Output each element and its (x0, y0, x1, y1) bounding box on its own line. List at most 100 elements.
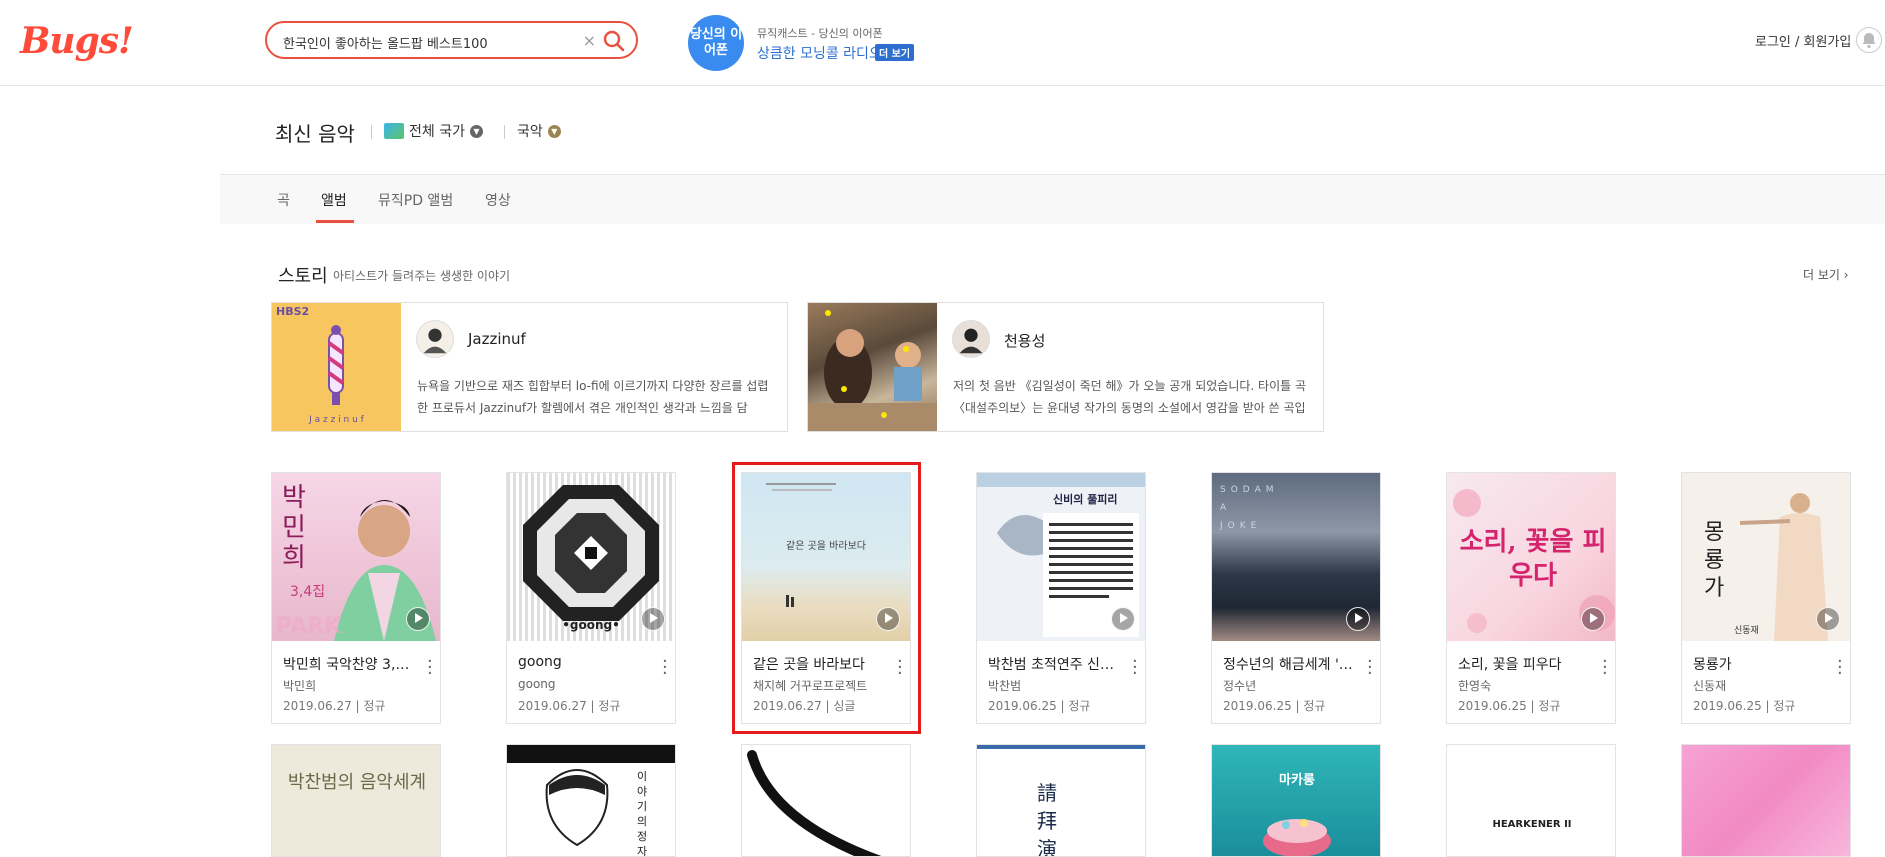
story-cover-caption: J a z z i n u f (309, 415, 364, 425)
photo-illustration (808, 310, 937, 431)
album-card[interactable]: 몽룡가 신동재 몽룡가 신동재 2019.06.25 | 정규 · · · (1681, 472, 1851, 724)
album-cover[interactable]: 몽룡가 신동재 (1682, 473, 1850, 641)
album-cover[interactable]: 소리, 꽃을 피우다 (1447, 473, 1615, 641)
album-meta: 2019.06.25 | 정규 (1458, 699, 1561, 713)
ad-subtitle: 뮤직캐스트 - 당신의 이어폰 (757, 27, 883, 40)
album-type: 정규 (363, 699, 386, 713)
svg-text:PARK: PARK (276, 614, 342, 639)
album-artist[interactable]: 박민희 (283, 677, 316, 694)
album-card[interactable]: 박찬범의 음악세계 (271, 744, 441, 857)
album-artist[interactable]: 한영숙 (1458, 677, 1491, 694)
active-tab-indicator (316, 220, 354, 223)
album-meta: 2019.06.25 | 정규 (988, 699, 1091, 713)
story-card-cheonyongseong[interactable]: 천용성 저의 첫 음반 《김일성이 죽던 해》가 오늘 공개 되었습니다. 타이… (807, 302, 1324, 432)
cover-band (977, 745, 1145, 749)
album-card[interactable]: 신비의 풀피리 박찬범 초적연주 신비의 풀피리 박찬범 2019.06.25 … (976, 472, 1146, 724)
play-icon[interactable] (1111, 607, 1135, 631)
more-options-icon[interactable]: · · · (1132, 653, 1138, 683)
more-options-icon[interactable]: · · · (1367, 653, 1373, 683)
search-box[interactable]: 한국인이 좋아하는 올드팝 베스트100 × (265, 21, 638, 59)
album-card[interactable]: 마카롱 (1211, 744, 1381, 857)
genre-filter[interactable]: 국악 ▼ (517, 121, 561, 141)
brush-stroke-illustration (747, 750, 882, 856)
story-thumbnail: HBS2 J a z z i n u f (272, 303, 401, 431)
play-icon[interactable] (641, 607, 665, 631)
album-artist[interactable]: 신동재 (1693, 677, 1726, 694)
album-card[interactable]: 소리, 꽃을 피우다 소리, 꽃을 피우다 한영숙 2019.06.25 | 정… (1446, 472, 1616, 724)
divider (371, 125, 372, 139)
story-artist-name[interactable]: 천용성 (1004, 330, 1045, 351)
earphone-ad-badge[interactable]: 당신의 이어폰 (688, 15, 744, 71)
bell-icon[interactable] (1856, 27, 1882, 53)
clear-icon[interactable]: × (583, 31, 596, 50)
story-card-jazzinuf[interactable]: HBS2 J a z z i n u f Jazzinuf 뉴욕을 기반으로 재… (271, 302, 788, 432)
release-date: 2019.06.27 (518, 699, 587, 713)
album-title[interactable]: 정수년의 해금세계 '소담' (1223, 654, 1353, 674)
album-cover[interactable]: 박민희 3,4집 PARK (272, 473, 440, 641)
login-signup-link[interactable]: 로그인 / 회원가입 (1755, 31, 1851, 50)
album-cover[interactable]: 신비의 풀피리 (977, 473, 1145, 641)
album-artist[interactable]: 박찬범 (988, 677, 1021, 694)
search-icon[interactable] (602, 29, 626, 53)
more-options-icon[interactable]: · · · (662, 653, 668, 683)
country-filter[interactable]: 전체 국가 ▼ (384, 121, 483, 141)
bugs-logo[interactable]: Bugs! (20, 20, 134, 62)
cover-title: SODAM A JOKE (1220, 485, 1279, 531)
story-artist-name[interactable]: Jazzinuf (468, 330, 526, 348)
album-card[interactable]: •goong• goong goong 2019.06.27 | 정규 · · · (506, 472, 676, 724)
album-title[interactable]: 박찬범 초적연주 신비의 풀피리 (988, 654, 1118, 674)
story-more-link[interactable]: 더 보기 › (1803, 266, 1849, 283)
search-input[interactable]: 한국인이 좋아하는 올드팝 베스트100 (283, 33, 488, 52)
avatar (416, 320, 454, 358)
ad-more-button[interactable]: 더 보기 (875, 44, 915, 61)
more-options-icon[interactable]: · · · (427, 653, 433, 683)
tab-songs[interactable]: 곡 (277, 190, 290, 210)
album-card[interactable]: 請拜 演戲 (976, 744, 1146, 857)
album-card[interactable]: HEARKENER II (1446, 744, 1616, 857)
story-subtitle: 아티스트가 들려주는 생생한 이야기 (333, 269, 511, 283)
more-options-icon[interactable]: · · · (1602, 653, 1608, 683)
tab-videos[interactable]: 영상 (485, 190, 511, 210)
album-card[interactable]: SODAM A JOKE 정수년의 해금세계 '소담' 정수년 2019.06.… (1211, 472, 1381, 724)
avatar (952, 320, 990, 358)
more-options-icon[interactable]: · · · (1837, 653, 1843, 683)
album-type: 정규 (1303, 699, 1326, 713)
album-card[interactable] (1681, 744, 1851, 857)
album-type: 정규 (1538, 699, 1561, 713)
chevron-down-icon: ▼ (547, 124, 561, 138)
album-cover[interactable]: SODAM A JOKE (1212, 473, 1380, 641)
story-description: 저의 첫 음반 《김일성이 죽던 해》가 오늘 공개 되었습니다. 타이틀 곡 … (953, 379, 1307, 415)
album-cover[interactable]: •goong• (507, 473, 675, 641)
chevron-down-icon: ▼ (469, 124, 483, 138)
album-meta: 2019.06.25 | 정규 (1223, 699, 1326, 713)
album-meta: 2019.06.27 | 정규 (518, 699, 621, 713)
play-icon[interactable] (1581, 607, 1605, 631)
release-date: 2019.06.25 (1223, 699, 1292, 713)
play-icon[interactable] (1346, 607, 1370, 631)
cover-title: 박찬범의 음악세계 (287, 772, 427, 793)
album-meta: 2019.06.27 | 정규 (283, 699, 386, 713)
album-artist[interactable]: 정수년 (1223, 677, 1256, 694)
album-card[interactable]: 박민희 3,4집 PARK 박민희 국악찬양 3, 4집 박민희 2019.06… (271, 472, 441, 724)
divider (504, 125, 505, 139)
album-title[interactable]: goong (518, 654, 648, 670)
tab-albums[interactable]: 앨범 (321, 190, 347, 210)
album-title[interactable]: 박민희 국악찬양 3, 4집 (283, 654, 413, 674)
cover-title: 請拜 演戲 (1037, 781, 1063, 857)
tab-musicpd-albums[interactable]: 뮤직PD 앨범 (378, 190, 453, 210)
album-title[interactable]: 소리, 꽃을 피우다 (1458, 654, 1588, 674)
album-title[interactable]: 몽룡가 (1693, 654, 1823, 674)
release-date: 2019.06.25 (1693, 699, 1762, 713)
macaron-illustration (1263, 819, 1331, 856)
album-card[interactable] (741, 744, 911, 857)
page-title: 최신 음악 (275, 122, 355, 146)
header: Bugs! 한국인이 좋아하는 올드팝 베스트100 × 당신의 이어폰 뮤직캐… (0, 0, 1885, 86)
album-artist[interactable]: goong (518, 677, 556, 691)
story-thumbnail (808, 303, 937, 431)
release-date: 2019.06.25 (988, 699, 1057, 713)
play-icon[interactable] (406, 607, 430, 631)
cover-title: HEARKENER II (1492, 819, 1572, 830)
album-card[interactable]: 이야기의 정자 (506, 744, 676, 857)
play-icon[interactable] (1816, 607, 1840, 631)
ad-title-link[interactable]: 상큼한 모닝콜 라디오 (757, 43, 882, 63)
